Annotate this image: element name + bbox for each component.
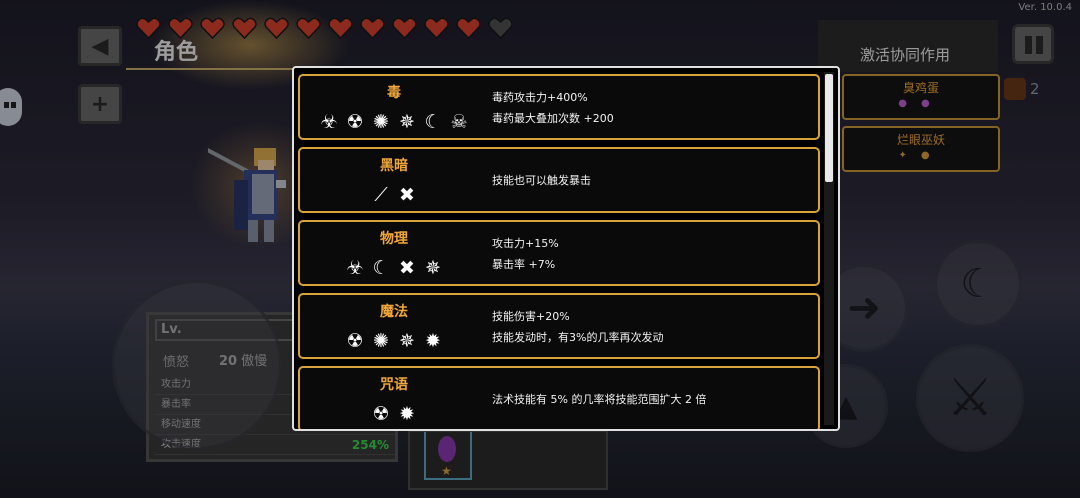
synergy-name: 黑暗 — [380, 158, 408, 174]
synergy-gem-icon: ✺ — [373, 111, 389, 133]
synergy-gem-icon: ☢ — [372, 403, 390, 425]
synergy-effect-line: 毒药攻击力+400% — [492, 90, 588, 104]
scrollbar-thumb[interactable] — [825, 74, 833, 182]
synergy-gem-icon: ☾ — [424, 111, 442, 133]
synergy-effect-line: 技能发动时，有3%的几率再次发动 — [492, 330, 664, 344]
synergy-gem-icon: ✵ — [399, 111, 415, 133]
synergy-gem-icon: ☣ — [320, 111, 338, 133]
synergy-detail-card: 魔法 ☢ ✺ ✵ ✹ 技能伤害+20% 技能发动时，有3%的几率再次发动 — [298, 293, 820, 359]
synergy-effect-line: 暴击率 +7% — [492, 257, 556, 271]
synergy-gem-icon: ✹ — [425, 330, 441, 352]
synergy-description: 法术技能有 5% 的几率将技能范围扩大 2 倍 — [492, 368, 812, 429]
synergy-detail-card: 咒语 ☢ ✹ 法术技能有 5% 的几率将技能范围扩大 2 倍 — [298, 366, 820, 429]
synergy-name: 咒语 — [380, 377, 408, 393]
synergy-gem-icon: ☠ — [450, 111, 468, 133]
synergy-description: 攻击力+15% 暴击率 +7% — [492, 222, 812, 284]
synergy-name: 魔法 — [380, 304, 408, 320]
synergy-gem-icon: ☢ — [346, 330, 364, 352]
synergy-gem-icon: ✖ — [399, 257, 415, 279]
synergy-effect-line: 技能也可以触发暴击 — [492, 174, 591, 187]
synergy-gem-icon: ✹ — [399, 403, 415, 425]
synergy-effect-line: 法术技能有 5% 的几率将技能范围扩大 2 倍 — [492, 393, 707, 406]
synergy-name: 毒 — [387, 85, 401, 101]
synergy-gem-icon: ✺ — [373, 330, 389, 352]
synergy-effect-line: 技能伤害+20% — [492, 309, 570, 323]
synergy-name: 物理 — [380, 231, 408, 247]
synergy-description: 技能伤害+20% 技能发动时，有3%的几率再次发动 — [492, 295, 812, 357]
synergy-gem-icon: ✵ — [425, 257, 441, 279]
synergy-description: 毒药攻击力+400% 毒药最大叠加次数 +200 — [492, 76, 812, 138]
synergy-list[interactable]: 毒 ☣ ☢ ✺ ✵ ☾ ☠ 毒药攻击力+400% 毒药最大叠加次数 +200 黑暗 ⟋ ✖ 技能也可以触… — [294, 68, 824, 429]
synergy-icons: ☢ ✺ ✵ ✹ — [300, 329, 488, 353]
synergy-gem-icon: ✖ — [399, 184, 415, 206]
synergy-icons: ☣ ☾ ✖ ✵ — [300, 256, 488, 280]
synergy-icons: ☢ ✹ — [300, 402, 488, 426]
synergy-gem-icon: ☣ — [346, 257, 364, 279]
synergy-description: 技能也可以触发暴击 — [492, 149, 812, 211]
synergy-detail-panel[interactable]: 毒 ☣ ☢ ✺ ✵ ☾ ☠ 毒药攻击力+400% 毒药最大叠加次数 +200 黑暗 ⟋ ✖ 技能也可以触… — [292, 66, 840, 431]
synergy-icons: ☣ ☢ ✺ ✵ ☾ ☠ — [300, 110, 488, 134]
synergy-effect-line: 攻击力+15% — [492, 236, 559, 250]
synergy-gem-icon: ☢ — [346, 111, 364, 133]
synergy-gem-icon: ⟋ — [374, 184, 388, 206]
synergy-gem-icon: ☾ — [372, 257, 390, 279]
synergy-icons: ⟋ ✖ — [300, 183, 488, 207]
synergy-gem-icon: ✵ — [399, 330, 415, 352]
synergy-detail-card: 物理 ☣ ☾ ✖ ✵ 攻击力+15% 暴击率 +7% — [298, 220, 820, 286]
synergy-detail-card: 黑暗 ⟋ ✖ 技能也可以触发暴击 — [298, 147, 820, 213]
synergy-detail-card: 毒 ☣ ☢ ✺ ✵ ☾ ☠ 毒药攻击力+400% 毒药最大叠加次数 +200 — [298, 74, 820, 140]
synergy-effect-line: 毒药最大叠加次数 +200 — [492, 111, 614, 125]
